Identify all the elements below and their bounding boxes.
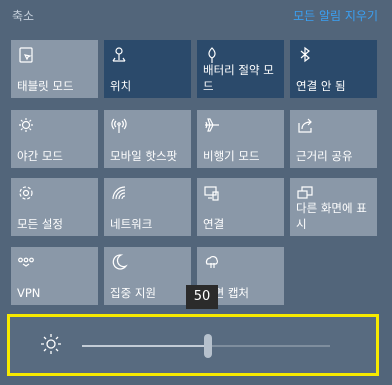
- tile-label: 비행기 모드: [203, 149, 260, 163]
- tile-label: 위치: [110, 79, 132, 93]
- collapse-link[interactable]: 축소: [12, 7, 34, 24]
- tile-tablet-mode[interactable]: 태블릿 모드: [11, 40, 98, 98]
- settings-gear-icon: [17, 184, 35, 202]
- tile-label: 네트워크: [110, 217, 153, 231]
- vpn-icon: [17, 253, 35, 271]
- brightness-track-empty[interactable]: [210, 345, 330, 347]
- tile-label: 연결: [203, 217, 225, 231]
- action-center-header: 축소 모든 알림 지우기: [0, 0, 392, 36]
- brightness-slider-panel: [7, 314, 379, 376]
- tile-mobile-hotspot[interactable]: 모바일 핫스팟: [104, 110, 191, 168]
- tile-battery-saver[interactable]: 배터리 절약 모드: [197, 40, 284, 98]
- network-icon: [110, 184, 128, 202]
- tile-label: 배터리 절약 모드: [203, 63, 274, 93]
- tablet-mode-icon: [17, 46, 35, 64]
- tile-bluetooth[interactable]: 연결 안 됨: [290, 40, 377, 98]
- tile-label: 모바일 핫스팟: [110, 149, 178, 163]
- brightness-track-filled[interactable]: [82, 345, 210, 347]
- tile-label: 모든 설정: [17, 217, 63, 231]
- tile-network[interactable]: 네트워크: [104, 178, 191, 236]
- tile-airplane-mode[interactable]: 비행기 모드: [197, 110, 284, 168]
- nearby-share-icon: [296, 116, 314, 134]
- tile-label: 집중 지원: [110, 286, 156, 300]
- tile-connect[interactable]: 연결: [197, 178, 284, 236]
- night-light-icon: [17, 116, 35, 134]
- tile-label: 다른 화면에 표시: [296, 201, 367, 231]
- tile-label: 연결 안 됨: [296, 79, 346, 93]
- tile-location[interactable]: 위치: [104, 40, 191, 98]
- mobile-hotspot-icon: [110, 116, 128, 134]
- connect-icon: [203, 184, 221, 202]
- tile-all-settings[interactable]: 모든 설정: [11, 178, 98, 236]
- airplane-icon: [203, 116, 221, 134]
- focus-assist-icon: [110, 253, 128, 271]
- tile-night-light[interactable]: 야간 모드: [11, 110, 98, 168]
- tile-project[interactable]: 다른 화면에 표시: [290, 178, 377, 236]
- tile-label: 야간 모드: [17, 149, 63, 163]
- tile-label: 근거리 공유: [296, 149, 353, 163]
- brightness-slider-thumb[interactable]: [204, 334, 212, 358]
- location-icon: [110, 46, 128, 64]
- brightness-sun-icon: [40, 333, 62, 355]
- tile-vpn[interactable]: VPN: [11, 247, 98, 305]
- tile-focus-assist[interactable]: 집중 지원: [104, 247, 191, 305]
- brightness-value-tooltip: 50: [186, 285, 218, 309]
- bluetooth-icon: [296, 46, 314, 64]
- tile-nearby-share[interactable]: 근거리 공유: [290, 110, 377, 168]
- tile-label: 태블릿 모드: [17, 79, 74, 93]
- clear-all-notifications-link[interactable]: 모든 알림 지우기: [293, 7, 378, 24]
- tile-label: VPN: [17, 286, 41, 300]
- screen-snip-icon: [203, 253, 221, 271]
